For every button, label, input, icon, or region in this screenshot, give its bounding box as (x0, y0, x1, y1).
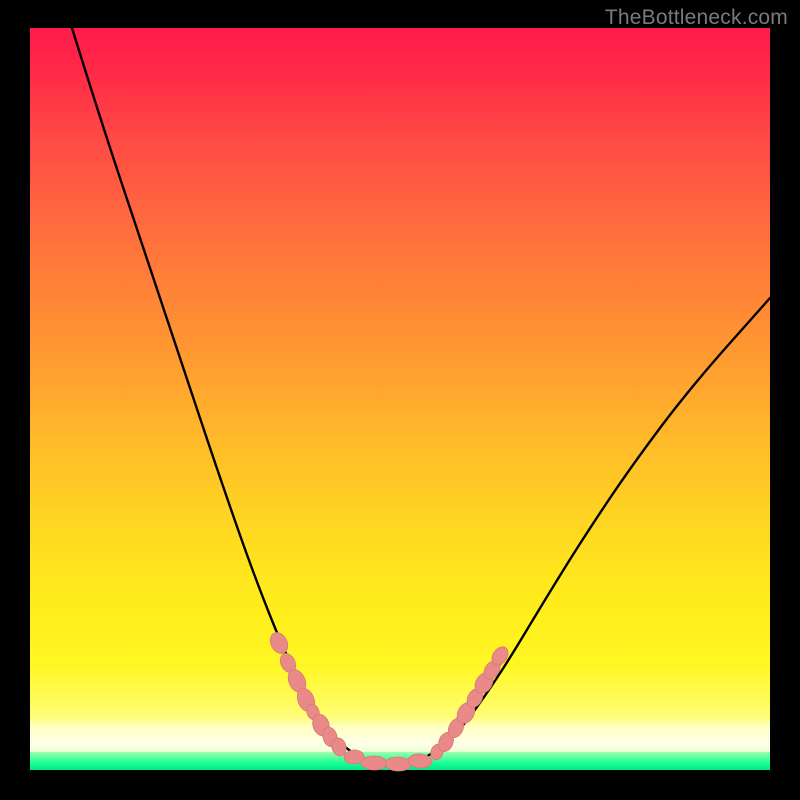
bottleneck-curve-svg (30, 28, 770, 770)
plot-area (30, 28, 770, 770)
bottleneck-curve (72, 28, 770, 765)
bead (361, 756, 387, 770)
curve-beads (267, 630, 512, 772)
bead (385, 757, 411, 772)
chart-frame: TheBottleneck.com (0, 0, 800, 800)
bead (267, 630, 291, 657)
watermark-text: TheBottleneck.com (605, 6, 788, 30)
